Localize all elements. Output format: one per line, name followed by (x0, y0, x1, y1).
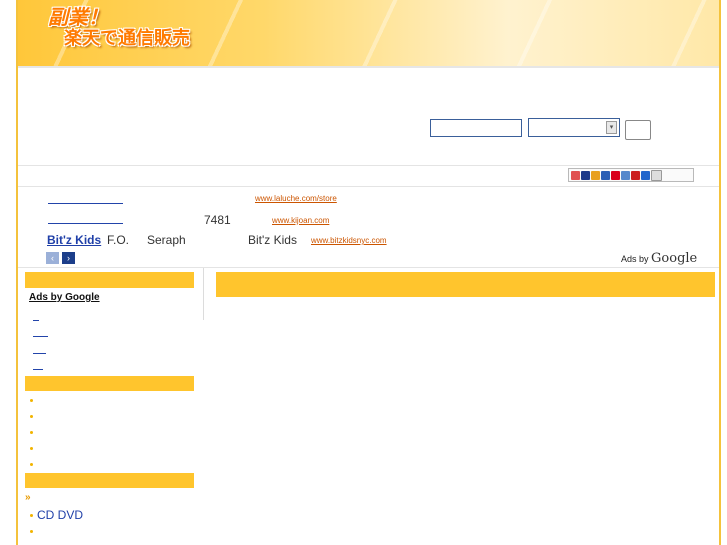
ad-url-link[interactable]: www.laluche.com/store (255, 194, 337, 203)
site-logo[interactable]: 副業！ 楽天で通信販売 (48, 6, 190, 50)
sidebar-ad-link[interactable] (33, 369, 43, 370)
double-arrow-icon: » (25, 492, 31, 503)
social-bookmark-bar[interactable] (568, 168, 694, 182)
blogger-icon[interactable] (601, 170, 610, 180)
bullet-icon (30, 530, 33, 533)
bullet-icon (30, 447, 33, 450)
bullet-icon (30, 415, 33, 418)
sidebar-ad-link[interactable] (33, 336, 48, 337)
divider (18, 267, 719, 268)
add-icon[interactable] (651, 169, 662, 181)
ad-url-link[interactable]: www.kijoan.com (272, 216, 329, 225)
ad-title-link[interactable]: Bit'z Kids (47, 233, 101, 247)
ad-title-link[interactable] (48, 203, 123, 204)
ad-text: Bit'z Kids (248, 233, 297, 247)
check-icon[interactable] (641, 170, 650, 180)
sidebar-heading-bar (25, 473, 194, 488)
ad-text: Seraph (147, 233, 186, 247)
sidebar-heading-bar (25, 272, 194, 288)
digg-icon[interactable] (591, 170, 600, 180)
divider (18, 186, 719, 187)
search-category-select[interactable]: ▾ (528, 118, 620, 137)
chevron-down-icon[interactable]: ▾ (606, 121, 617, 134)
bullet-icon (30, 514, 33, 517)
sidebar-ad-link[interactable] (33, 353, 46, 354)
ad-url-link[interactable]: www.bitzkidsnyc.com (311, 236, 387, 245)
header-banner: 副業！ 楽天で通信販売 (18, 0, 719, 68)
sidebar-item-cd-dvd[interactable]: CD DVD (37, 508, 83, 522)
search-input[interactable] (430, 119, 522, 137)
search-button[interactable] (625, 120, 651, 140)
sidebar-ads-by-google-link[interactable]: Ads by Google (29, 292, 100, 303)
ads-by-google-label[interactable]: Ads by Google (621, 251, 697, 266)
delicious-icon[interactable] (581, 170, 590, 180)
hatena-icon[interactable] (611, 170, 620, 180)
ad-text: 7481 (204, 213, 231, 227)
prev-ad-icon[interactable]: ‹ (46, 252, 59, 264)
sidebar-divider (203, 268, 204, 320)
ad-text: F.O. (107, 233, 130, 247)
livedoor-icon[interactable] (631, 170, 640, 180)
sidebar-heading-bar (25, 376, 194, 391)
sidebar-ad-link[interactable] (33, 320, 39, 321)
bullet-icon (30, 463, 33, 466)
logo-line-2: 楽天で通信販売 (64, 28, 190, 49)
google-logo: Google (651, 251, 698, 266)
pencil-icon[interactable] (621, 170, 630, 180)
next-ad-icon[interactable]: › (62, 252, 75, 264)
bullet-icon (30, 399, 33, 402)
ads-by-prefix: Ads by (621, 254, 649, 264)
bookmark-icon[interactable] (571, 170, 580, 180)
divider (18, 165, 719, 166)
main-heading-bar (216, 272, 715, 297)
logo-line-1: 副業！ (48, 5, 108, 29)
bullet-icon (30, 431, 33, 434)
ad-title-link[interactable] (48, 223, 123, 224)
